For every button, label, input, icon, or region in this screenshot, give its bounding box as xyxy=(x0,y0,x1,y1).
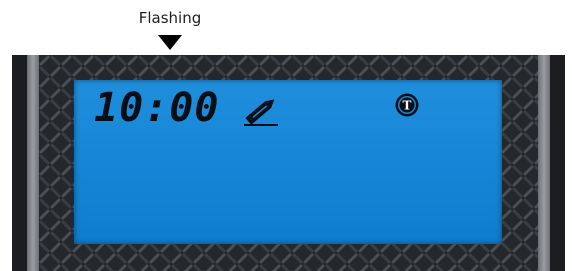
lcd-screen: 10:00 T xyxy=(74,80,502,244)
thermometer-circle-icon: T xyxy=(394,92,420,118)
down-arrow-icon xyxy=(158,35,182,50)
right-bezel-rail xyxy=(538,55,550,271)
temperature-symbol: T xyxy=(403,99,412,113)
flashing-label: Flashing xyxy=(138,9,202,27)
device-panel: 10:00 T xyxy=(12,55,565,271)
pencil-icon xyxy=(242,94,280,128)
time-value: 10:00 xyxy=(94,85,220,131)
time-display: 10:00 xyxy=(94,85,218,132)
left-bezel-rail xyxy=(27,55,39,271)
